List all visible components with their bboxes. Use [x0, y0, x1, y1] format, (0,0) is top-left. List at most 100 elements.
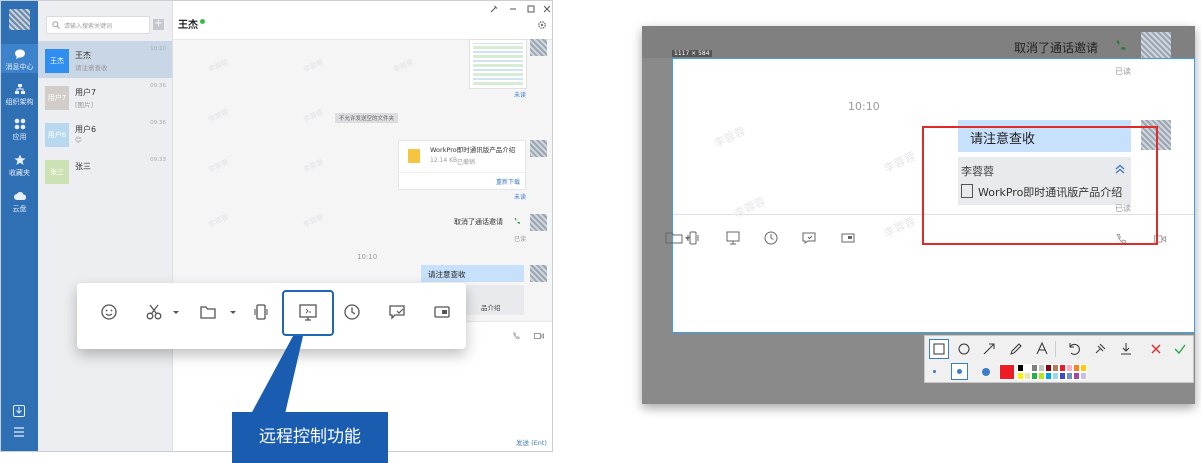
color-swatch[interactable] [1073, 364, 1080, 372]
download-icon[interactable] [13, 405, 25, 417]
size-small-option[interactable] [933, 370, 936, 373]
avatar: 用户6 [45, 123, 69, 147]
file-size: 12.14 KB [430, 157, 458, 164]
color-swatch[interactable] [1080, 364, 1087, 372]
conversation-time: 09:36 [150, 120, 166, 126]
color-swatch[interactable] [1052, 364, 1059, 372]
folder-icon[interactable] [197, 301, 219, 323]
watermark: 李蓉蓉 [732, 194, 768, 221]
add-conversation-button[interactable]: + [153, 19, 164, 30]
avatar: 王杰 [45, 49, 69, 73]
send-button[interactable]: 发送 (Ent) [516, 437, 547, 447]
chevron-down-icon[interactable] [222, 301, 244, 323]
watermark: 李蓉蓉 [882, 214, 918, 241]
avatar [530, 140, 547, 157]
call-message: 取消了通话邀请 [1014, 41, 1099, 55]
pen-icon[interactable] [1007, 340, 1025, 358]
approval-message-icon[interactable] [386, 301, 408, 323]
org-chart-icon [14, 83, 26, 95]
conversation-item[interactable]: 用户7 用户7 [图片] 09:36 [38, 78, 172, 115]
text-tool-icon[interactable] [1033, 340, 1051, 358]
conversation-name: 王杰 [75, 51, 91, 60]
remote-control-button[interactable] [282, 290, 334, 336]
color-swatch[interactable] [1024, 372, 1031, 380]
pin-icon[interactable] [490, 5, 498, 13]
settings-gear-icon[interactable] [537, 20, 547, 30]
avatar [530, 265, 547, 282]
phone-device-icon[interactable] [250, 301, 272, 323]
highlight-rectangle[interactable] [922, 126, 1158, 245]
size-large-option[interactable] [982, 368, 990, 376]
size-medium-option[interactable] [951, 363, 968, 380]
conversation-name: 用户7 [75, 88, 97, 97]
user-avatar[interactable] [9, 9, 30, 30]
avatar: 张三 [45, 160, 69, 184]
phone-icon [514, 218, 520, 224]
color-swatch[interactable] [1017, 364, 1024, 372]
sidebar-item-label: 组织架构 [5, 98, 34, 106]
conversation-item[interactable]: 张三 张三 09:33 [38, 152, 172, 189]
minimize-icon[interactable] [509, 5, 517, 13]
color-swatch[interactable] [1031, 364, 1038, 372]
current-color-swatch[interactable] [999, 364, 1015, 380]
history-clock-icon[interactable] [341, 301, 363, 323]
read-status: 已读 [1115, 67, 1131, 76]
search-placeholder: 请输入搜索关键词 [64, 23, 113, 30]
color-swatch[interactable] [1059, 364, 1066, 372]
color-swatch[interactable] [1080, 372, 1087, 380]
rectangle-tool[interactable] [929, 339, 949, 359]
sidebar-item-org[interactable]: 组织架构 [1, 83, 38, 109]
color-swatch[interactable] [1038, 364, 1045, 372]
arrow-icon[interactable] [980, 340, 998, 358]
color-swatch[interactable] [1017, 372, 1024, 380]
conversation-item[interactable]: 用户6 用户6 😊 09:36 [38, 115, 172, 152]
sidebar-item-label: 消息中心 [5, 63, 34, 71]
conversation-preview: [图片] [75, 101, 94, 109]
color-swatch[interactable] [1059, 372, 1066, 380]
conversation-list: 请输入搜索关键词 + 王杰 王杰 请注意查收 10:10 用户7 用户7 [图片… [38, 1, 173, 451]
color-swatch[interactable] [1024, 364, 1031, 372]
ellipse-icon[interactable] [955, 340, 973, 358]
sidebar-item-apps[interactable]: 应用 [1, 118, 38, 144]
color-swatch[interactable] [1045, 372, 1052, 380]
emoji-icon[interactable] [98, 301, 120, 323]
redownload-link[interactable]: 重新下载 [496, 177, 520, 186]
star-icon [13, 154, 26, 166]
confirm-icon[interactable] [1171, 340, 1189, 358]
watermark: 李蓉蓉 [302, 212, 325, 230]
color-swatch[interactable] [1045, 364, 1052, 372]
text-message[interactable]: 请注意查收 [421, 265, 524, 282]
file-message[interactable]: WorkPro即时通讯版产品介绍 12.14 KB 已撤销 重新下载 [398, 140, 526, 190]
screenshot-scissors-icon[interactable] [143, 301, 165, 323]
sidebar-item-messages[interactable]: 消息中心 [1, 44, 38, 73]
color-swatch[interactable] [1066, 372, 1073, 380]
app-sidebar: 消息中心 组织架构 应用 收藏夹 云盘 [1, 1, 38, 451]
color-swatch[interactable] [1073, 372, 1080, 380]
undo-icon[interactable] [1065, 340, 1083, 358]
cancel-icon[interactable] [1147, 340, 1165, 358]
folder-icon [408, 149, 420, 163]
sidebar-item-cloud[interactable]: 云盘 [1, 190, 38, 216]
color-swatch[interactable] [1031, 372, 1038, 380]
menu-icon[interactable] [13, 426, 25, 438]
search-icon [52, 21, 60, 29]
sidebar-item-favorites[interactable]: 收藏夹 [1, 154, 38, 180]
search-input[interactable]: 请输入搜索关键词 [46, 16, 150, 34]
maximize-icon[interactable] [527, 5, 535, 13]
conversation-item[interactable]: 王杰 王杰 请注意查收 10:10 [38, 41, 172, 78]
download-icon[interactable] [1117, 340, 1135, 358]
pin-icon[interactable] [1091, 340, 1109, 358]
card-icon[interactable] [431, 301, 453, 323]
online-status-dot [200, 19, 205, 24]
phone-icon [1116, 40, 1126, 50]
selection-size-label: 1117 × 584 [672, 50, 712, 57]
avatar: 用户7 [45, 86, 69, 110]
voice-call-icon[interactable] [512, 332, 520, 340]
color-swatch[interactable] [1052, 372, 1059, 380]
chevron-down-icon[interactable] [165, 301, 187, 323]
close-icon[interactable] [543, 5, 551, 13]
video-call-icon[interactable] [534, 332, 544, 340]
color-swatch[interactable] [1066, 364, 1073, 372]
image-message[interactable] [469, 39, 527, 89]
color-swatch[interactable] [1038, 372, 1045, 380]
